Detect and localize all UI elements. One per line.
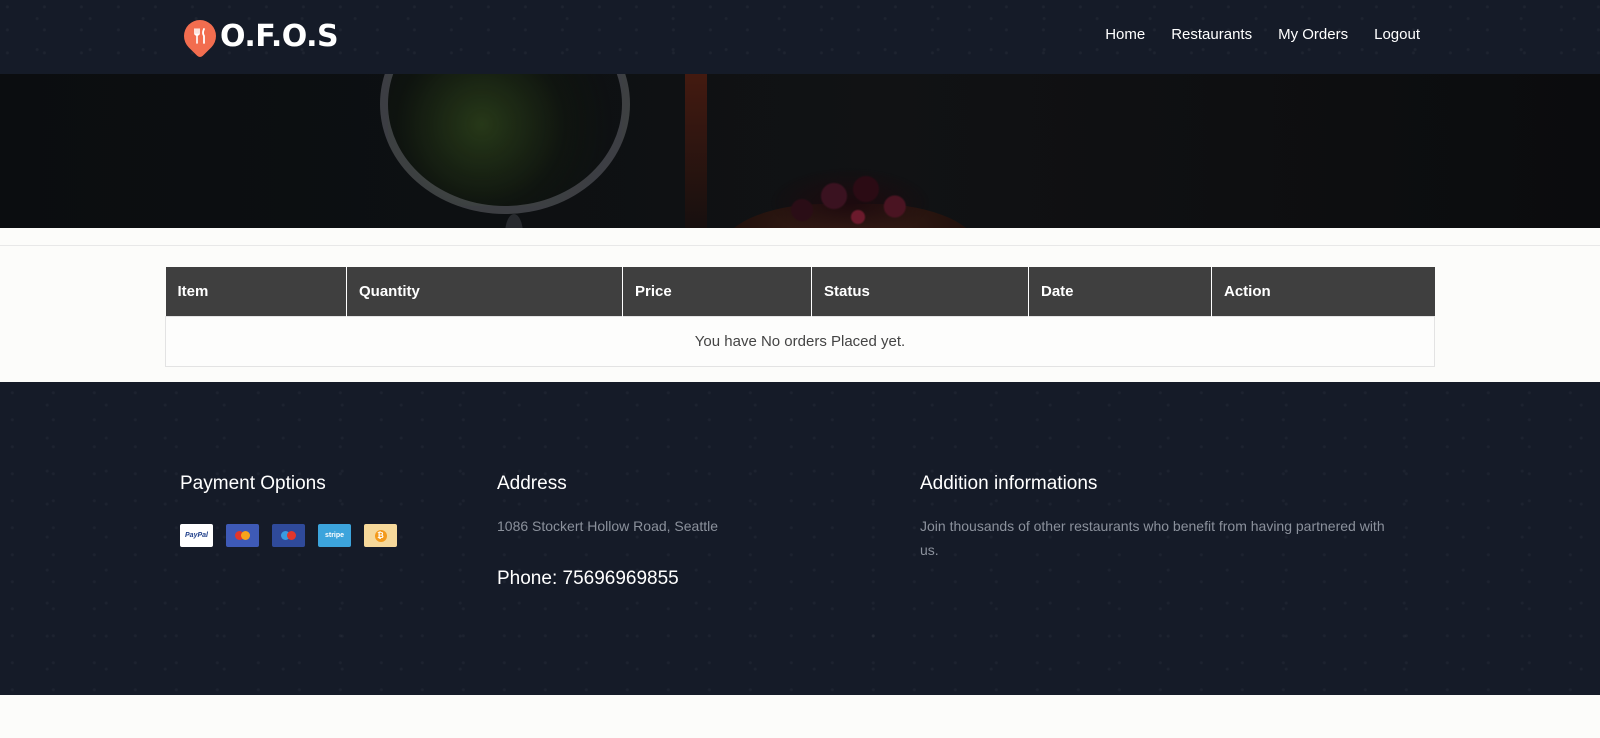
additional-info-title: Addition informations [920,473,1098,494]
banner-glass-shape [380,74,630,214]
column-header-action: Action [1211,267,1435,316]
column-header-quantity: Quantity [346,267,623,316]
fork-knife-icon [177,13,223,59]
empty-orders-message: You have No orders Placed yet. [165,315,1435,367]
banner-glass-stem [505,214,523,228]
brand-logo[interactable]: O.F.O.S [177,13,339,59]
payment-options-section: Payment Options PayPal stripe ₿ [180,472,397,547]
additional-info-text: Join thousands of other restaurants who … [920,518,1385,558]
payment-options-title: Payment Options [180,473,326,494]
maestro-icon [272,524,305,547]
nav-my-orders[interactable]: My Orders [1278,24,1348,46]
bitcoin-icon: ₿ [364,524,397,547]
nav-home[interactable]: Home [1105,24,1145,46]
table-header-row: Item Quantity Price Status Date Action [165,267,1435,316]
hero-banner-image [0,74,1600,228]
orders-table: Item Quantity Price Status Date Action Y… [165,267,1435,367]
column-header-item: Item [165,267,347,316]
nav-logout[interactable]: Logout [1374,24,1420,46]
address-text: 1086 Stockert Hollow Road, Seattle [497,518,719,534]
site-footer: Payment Options PayPal stripe ₿ Address … [0,382,1600,695]
address-section: Address 1086 Stockert Hollow Road, Seatt… [497,472,718,590]
phone-number: Phone: 75696969855 [497,568,679,589]
banner-berries-shape [770,168,930,228]
payment-methods-list: PayPal stripe ₿ [180,524,397,547]
column-header-date: Date [1028,267,1212,316]
nav-restaurants[interactable]: Restaurants [1171,24,1252,46]
brand-name: O.F.O.S [220,18,339,54]
address-title: Address [497,473,567,494]
column-header-status: Status [811,267,1029,316]
column-header-price: Price [622,267,812,316]
table-row: You have No orders Placed yet. [165,315,1435,367]
content-divider [0,245,1600,246]
paypal-icon: PayPal [180,524,213,547]
stripe-icon: stripe [318,524,351,547]
banner-candle-shape [685,74,707,228]
mastercard-icon [226,524,259,547]
main-nav: Home Restaurants My Orders Logout [1105,24,1420,46]
additional-info-section: Addition informations Join thousands of … [920,472,1400,562]
top-navbar: O.F.O.S Home Restaurants My Orders Logou… [0,0,1600,74]
